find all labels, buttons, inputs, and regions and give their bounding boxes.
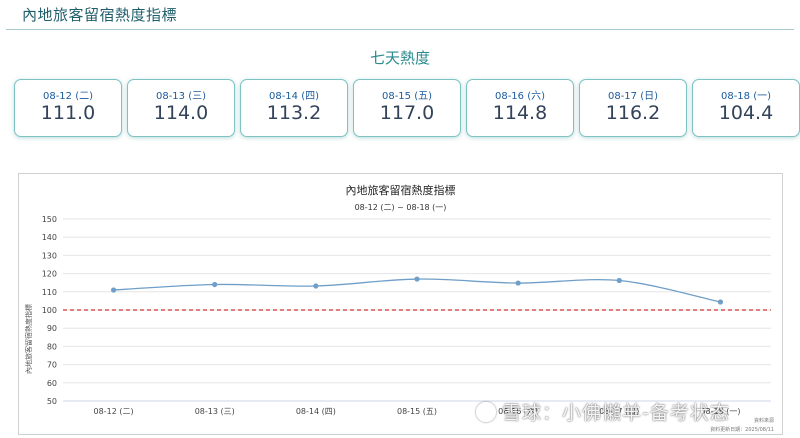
- y-tick-label: 90: [47, 324, 57, 333]
- seven-day-title: 七天熱度: [369, 49, 430, 67]
- card-date: 08-18 (一): [720, 91, 772, 102]
- card-date: 08-16 (六): [494, 91, 546, 102]
- y-tick-label: 100: [42, 306, 57, 315]
- card-date: 08-14 (四): [268, 91, 320, 102]
- credit-updated: 資料更新日期：2025/08/11: [710, 427, 774, 433]
- x-tick-label: 08-12 (二): [94, 407, 134, 416]
- page-header: 內地旅客留宿熱度指標: [0, 0, 800, 30]
- y-tick-label: 150: [42, 215, 57, 224]
- day-card[interactable]: 08-18 (一) 104.4: [692, 79, 800, 137]
- day-card[interactable]: 08-15 (五) 117.0: [353, 79, 461, 137]
- watermark-text: 雪球：小佛懶羊-备考状态: [502, 402, 730, 424]
- data-point: [616, 277, 622, 284]
- card-value: 111.0: [40, 102, 96, 124]
- y-tick-label: 80: [47, 342, 57, 351]
- data-point: [515, 280, 521, 286]
- page-title: 內地旅客留宿熱度指標: [22, 6, 178, 24]
- day-card[interactable]: 08-16 (六) 114.8: [466, 79, 574, 137]
- data-point: [414, 276, 420, 282]
- y-tick-label: 140: [42, 233, 57, 242]
- day-card[interactable]: 08-12 (二) 111.0: [14, 79, 122, 137]
- card-value: 114.8: [492, 102, 548, 124]
- line-chart: 內地旅客留宿熱度指標 08-12 (二) ~ 08-18 (一) 內地旅客留宿熱…: [18, 173, 783, 435]
- header-divider: [6, 29, 794, 30]
- y-tick-label: 110: [42, 288, 57, 297]
- day-card[interactable]: 08-17 (日) 116.2: [579, 79, 687, 137]
- data-point: [212, 281, 218, 288]
- y-tick-label: 120: [42, 270, 57, 279]
- card-value: 114.0: [153, 102, 209, 124]
- x-tick-label: 08-15 (五): [397, 407, 437, 416]
- y-tick-label: 50: [47, 397, 57, 406]
- card-date: 08-17 (日): [607, 91, 659, 102]
- day-card[interactable]: 08-13 (三) 114.0: [127, 79, 235, 137]
- card-date: 08-12 (二): [42, 91, 94, 102]
- data-point: [313, 283, 319, 289]
- card-value: 116.2: [605, 102, 661, 124]
- y-tick-label: 70: [47, 361, 57, 370]
- card-date: 08-15 (五): [381, 91, 433, 102]
- day-card[interactable]: 08-14 (四) 113.2: [240, 79, 348, 137]
- card-value: 117.0: [379, 102, 435, 124]
- x-tick-label: 08-13 (三): [195, 407, 235, 416]
- y-tick-label: 130: [42, 251, 57, 260]
- card-value: 113.2: [266, 102, 322, 124]
- x-tick-label: 08-14 (四): [296, 407, 336, 416]
- card-value: 104.4: [718, 102, 774, 124]
- data-point: [717, 299, 724, 305]
- series-line: [113, 278, 721, 303]
- watermark: 雪球：小佛懶羊-备考状态: [476, 398, 730, 425]
- chart-plot: 50 60 70 80 90 100 110 120 130 140 150 08-12 (二) 08-…: [42, 215, 771, 416]
- snowball-logo-icon: [476, 402, 496, 422]
- data-point: [110, 287, 117, 293]
- y-tick-label: 60: [47, 379, 57, 388]
- credit-source: 資料來源: [753, 418, 774, 424]
- daily-cards: 08-12 (二) 111.0 08-13 (三) 114.0 08-14 (四…: [14, 79, 800, 137]
- card-date: 08-13 (三): [155, 91, 207, 102]
